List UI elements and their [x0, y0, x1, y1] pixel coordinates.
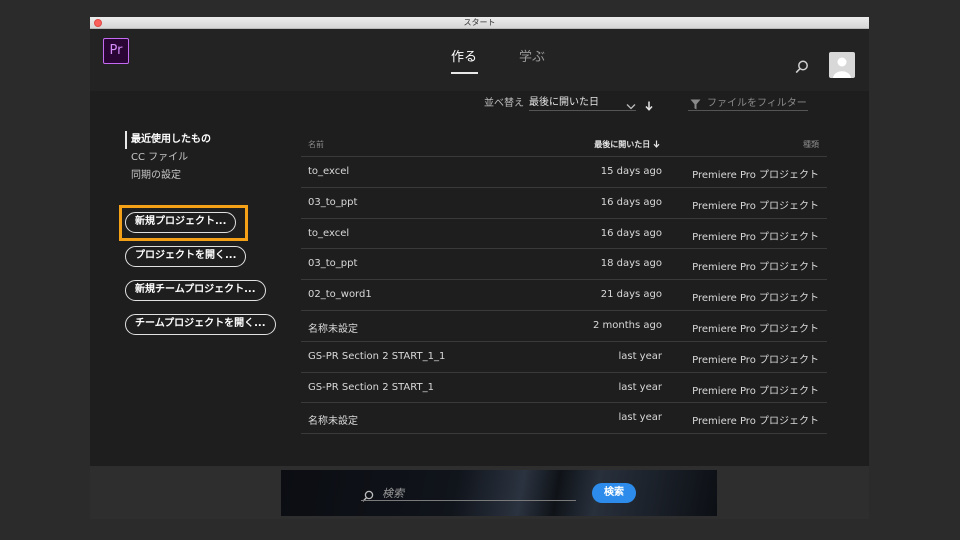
table-row[interactable]: GS-PR Section 2 START_1 last year Premie… [301, 373, 827, 404]
file-kind: Premiere Pro プロジェクト [692, 231, 819, 243]
open-project-button[interactable]: プロジェクトを開く... [125, 246, 247, 267]
file-kind: Premiere Pro プロジェクト [692, 416, 819, 428]
column-name[interactable]: 名前 [308, 139, 324, 150]
new-team-project-button[interactable]: 新規チームプロジェクト... [125, 280, 266, 301]
file-kind: Premiere Pro プロジェクト [692, 293, 819, 305]
title-bar: スタート [90, 17, 869, 29]
file-name: 名称未設定 [308, 323, 358, 335]
window-title: スタート [463, 18, 496, 27]
premiere-pro-logo: Pr [103, 38, 129, 64]
sidebar-nav: 最近使用したもの CC ファイル 同期の設定 [125, 131, 211, 185]
file-name: GS-PR Section 2 START_1_1 [308, 350, 446, 362]
table-row[interactable]: 03_to_ppt 18 days ago Premiere Pro プロジェク… [301, 249, 827, 281]
file-date: last year [618, 381, 662, 393]
sort-desc-arrow-icon[interactable] [645, 96, 653, 115]
table-row[interactable]: to_excel 16 days ago Premiere Pro プロジェクト [301, 219, 827, 250]
sort-desc-arrow-icon [653, 140, 660, 148]
stock-search-input[interactable]: 検索 [382, 485, 404, 501]
table-row[interactable]: to_excel 15 days ago Premiere Pro プロジェクト [301, 157, 827, 188]
file-date: last year [618, 412, 662, 424]
search-underline [361, 500, 576, 501]
file-kind: Premiere Pro プロジェクト [692, 200, 819, 212]
file-date: 16 days ago [600, 196, 662, 208]
file-date: last year [618, 350, 662, 362]
active-tab-indicator [451, 72, 478, 74]
table-row[interactable]: 名称未設定 2 months ago Premiere Pro プロジェクト [301, 311, 827, 342]
file-date: 2 months ago [593, 319, 662, 331]
tab-learn[interactable]: 学ぶ [519, 48, 545, 70]
new-project-button[interactable]: 新規プロジェクト... [125, 212, 237, 233]
sort-dropdown[interactable]: 最後に開いた日 [529, 91, 636, 111]
stock-search-button[interactable]: 検索 [592, 483, 636, 503]
file-name: to_excel [308, 227, 350, 239]
file-name: 03_to_ppt [308, 196, 358, 208]
table-row[interactable]: 名称未設定 last year Premiere Pro プロジェクト [301, 403, 827, 435]
sort-value: 最後に開いた日 [529, 97, 599, 108]
file-date: 16 days ago [600, 227, 662, 239]
sort-label: 並べ替え [484, 98, 524, 109]
table-row[interactable]: GS-PR Section 2 START_1_1 last year Prem… [301, 342, 827, 373]
table-row[interactable]: 02_to_word1 21 days ago Premiere Pro プロジ… [301, 280, 827, 311]
table-row[interactable]: 03_to_ppt 16 days ago Premiere Pro プロジェク… [301, 188, 827, 219]
chevron-down-icon [626, 95, 636, 114]
file-kind: Premiere Pro プロジェクト [692, 354, 819, 366]
stock-search-banner: 検索 検索 [281, 470, 717, 516]
file-name: 03_to_ppt [308, 258, 358, 270]
file-kind: Premiere Pro プロジェクト [692, 323, 819, 335]
sidebar-item-recent[interactable]: 最近使用したもの [125, 131, 211, 149]
open-team-project-button[interactable]: チームプロジェクトを開く... [125, 314, 276, 335]
header: Pr 作る 学ぶ [90, 29, 869, 91]
filter-placeholder: ファイルをフィルター [707, 98, 807, 109]
filter-field[interactable]: ファイルをフィルター [688, 91, 808, 111]
column-last-opened[interactable]: 最後に開いた日 [594, 139, 660, 150]
file-name: to_excel [308, 166, 350, 177]
stock-search-panel: 検索 検索 [90, 466, 869, 519]
column-last-opened-label: 最後に開いた日 [594, 140, 651, 149]
search-icon[interactable] [795, 59, 809, 78]
avatar-icon[interactable] [829, 52, 855, 78]
file-date: 15 days ago [600, 166, 662, 177]
column-kind[interactable]: 種類 [803, 139, 819, 150]
file-kind: Premiere Pro プロジェクト [692, 385, 819, 397]
file-name: 02_to_word1 [308, 289, 372, 301]
filter-icon [690, 95, 701, 114]
file-kind: Premiere Pro プロジェクト [692, 170, 819, 181]
search-icon [362, 487, 374, 506]
sidebar-item-sync-settings[interactable]: 同期の設定 [125, 167, 211, 185]
file-kind: Premiere Pro プロジェクト [692, 262, 819, 274]
file-name: GS-PR Section 2 START_1 [308, 381, 434, 393]
file-date: 18 days ago [600, 258, 662, 270]
file-name: 名称未設定 [308, 416, 358, 428]
start-window: スタート Pr 作る 学ぶ 並べ替え 最後に開いた日 ファイルをフィルター 最近… [90, 17, 869, 519]
sidebar-item-cc-files[interactable]: CC ファイル [125, 149, 211, 167]
table-header: 名前 最後に開いた日 種類 [301, 131, 827, 157]
file-date: 21 days ago [600, 289, 662, 301]
tab-create[interactable]: 作る [451, 48, 477, 70]
recent-files-table: 名前 最後に開いた日 種類 to_excel 15 days ago Premi… [301, 131, 827, 435]
